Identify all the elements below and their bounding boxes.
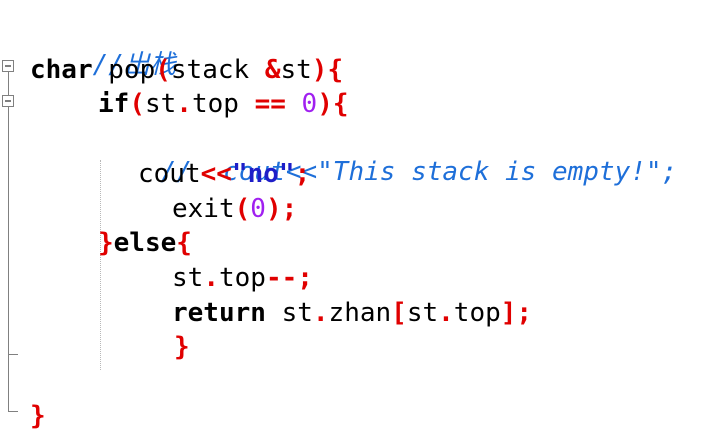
number: 0: [301, 89, 318, 119]
brace: }: [174, 332, 190, 362]
paren: ): [317, 89, 333, 119]
identifier: zhan: [328, 298, 392, 328]
semicolon: ;: [294, 159, 311, 189]
identifier: top: [218, 263, 266, 293]
identifier: st: [265, 298, 313, 328]
paren: (: [129, 89, 145, 119]
operator: ==: [254, 89, 286, 119]
return-keyword: return: [172, 298, 266, 328]
if-keyword: if: [98, 89, 130, 119]
code-editor[interactable]: //出栈 char pop(stack &st){ if(st.top == 0…: [0, 0, 720, 439]
paren: ): [311, 55, 328, 85]
paren: (: [155, 55, 171, 85]
code-line-4: // cout<<"This stack is empty!";: [98, 124, 678, 187]
code-line-10: }: [174, 331, 190, 363]
fold-toggle-function[interactable]: [2, 60, 14, 72]
fold-gutter-line: [8, 66, 9, 411]
bracket: [: [391, 298, 407, 328]
code-line-6: exit(0);: [172, 193, 297, 225]
brace: {: [332, 89, 349, 119]
code-line-7: }else{: [98, 227, 192, 259]
brace: }: [30, 401, 46, 431]
semicolon: ;: [281, 194, 298, 224]
semicolon: ;: [516, 298, 533, 328]
param-type: stack: [170, 55, 265, 85]
paren: (: [234, 194, 251, 224]
brace: {: [176, 228, 192, 258]
identifier: top: [191, 89, 255, 119]
string-literal: "no": [231, 159, 295, 189]
fold-toggle-if[interactable]: [2, 95, 14, 107]
fold-end-marker: [8, 354, 18, 355]
brace: }: [98, 228, 114, 258]
function-name: pop: [92, 55, 156, 85]
operator: &: [264, 55, 281, 85]
operator: .: [438, 298, 454, 328]
code-line-2: char pop(stack &st){: [30, 54, 343, 86]
fold-end-marker: [8, 411, 18, 412]
type-keyword: char: [30, 55, 93, 85]
identifier: st: [406, 298, 439, 328]
code-line-8: st.top--;: [172, 262, 313, 294]
else-keyword: else: [113, 228, 177, 258]
code-line-5: cout<<"no";: [138, 158, 310, 190]
code-line-12: }: [30, 400, 46, 432]
operator: .: [312, 298, 329, 328]
operator: <<: [200, 159, 232, 189]
code-line-9: return st.zhan[st.top];: [172, 297, 532, 329]
operator: .: [176, 89, 192, 119]
identifier: st: [144, 89, 177, 119]
param-name: st: [280, 55, 312, 85]
identifier: exit: [172, 194, 235, 224]
identifier: st: [172, 263, 204, 293]
paren: ): [265, 194, 282, 224]
operator: .: [203, 263, 219, 293]
code-line-1: //出栈: [30, 17, 176, 80]
number: 0: [250, 194, 266, 224]
identifier: top: [453, 298, 501, 328]
brace: {: [327, 55, 344, 85]
code-line-3: if(st.top == 0){: [98, 88, 349, 120]
bracket: ]: [500, 298, 517, 328]
operator: --: [265, 263, 298, 293]
identifier: cout: [138, 159, 201, 189]
semicolon: ;: [297, 263, 313, 293]
